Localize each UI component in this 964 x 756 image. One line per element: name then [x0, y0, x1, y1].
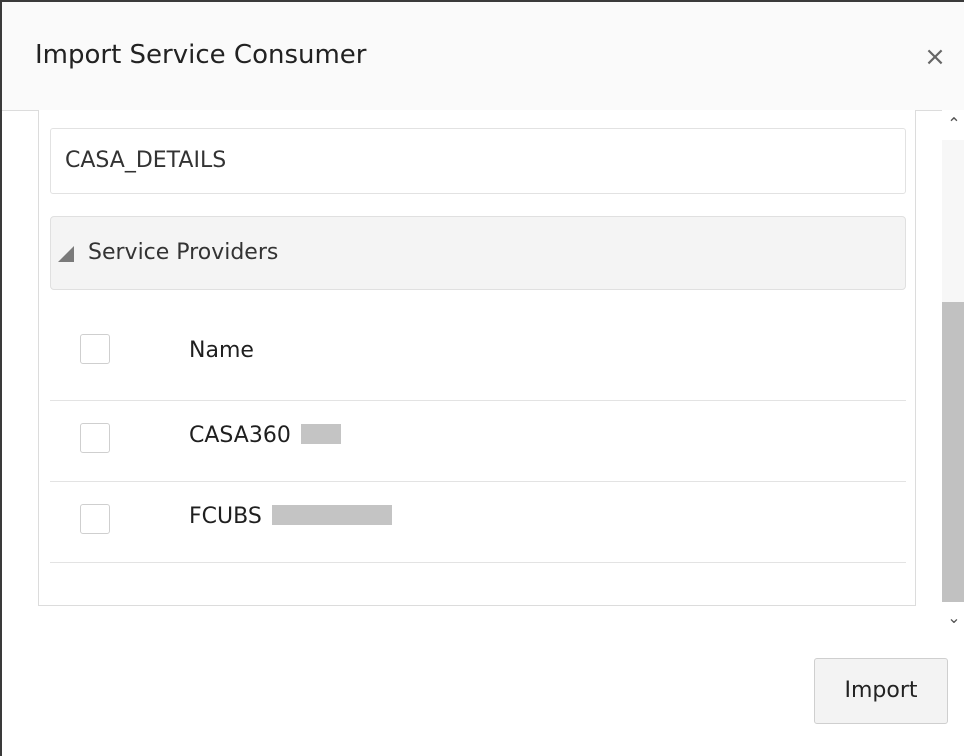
scroll-thumb[interactable]	[942, 302, 964, 602]
row-checkbox[interactable]	[80, 504, 110, 534]
column-header-name: Name	[189, 338, 254, 363]
provider-name: CASA360	[189, 423, 291, 448]
row-checkbox[interactable]	[80, 423, 110, 453]
service-providers-section-header[interactable]: Service Providers	[50, 216, 906, 290]
close-icon[interactable]: ×	[918, 40, 952, 74]
vertical-scrollbar[interactable]: ⌃ ⌄	[942, 110, 964, 632]
scroll-up-icon[interactable]: ⌃	[942, 110, 964, 138]
table-row: FCUBS	[50, 482, 906, 563]
provider-name-cell: FCUBS	[189, 504, 392, 529]
dialog-title: Import Service Consumer	[35, 40, 367, 70]
consumer-name-field: CASA_DETAILS	[50, 128, 906, 194]
scroll-down-icon[interactable]: ⌄	[942, 604, 964, 632]
import-button[interactable]: Import	[814, 658, 948, 724]
redacted-text	[300, 424, 341, 444]
provider-name: FCUBS	[189, 504, 262, 529]
table-row: CASA360	[50, 401, 906, 482]
collapse-triangle-icon[interactable]	[58, 246, 74, 262]
select-all-checkbox[interactable]	[80, 334, 110, 364]
import-service-consumer-dialog: Import Service Consumer × CASA_DETAILS S…	[0, 0, 964, 756]
dialog-header: Import Service Consumer ×	[2, 2, 964, 111]
section-title: Service Providers	[88, 240, 279, 265]
provider-name-cell: CASA360	[189, 423, 341, 448]
table-header-row: Name	[50, 320, 906, 401]
redacted-text	[271, 505, 392, 525]
